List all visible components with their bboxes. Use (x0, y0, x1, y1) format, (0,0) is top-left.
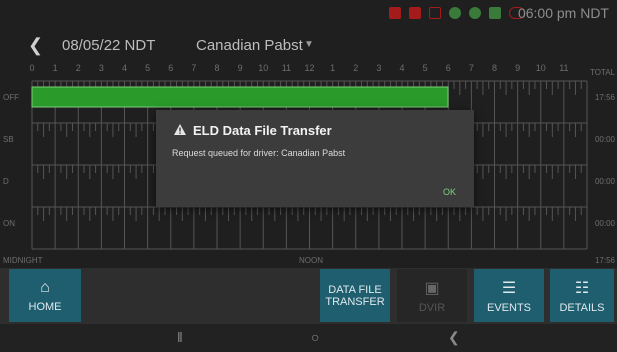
hour-label: 0 (29, 63, 35, 73)
status-bar: 06:00 pm NDT (0, 0, 617, 27)
dialog-message: Request queued for driver: Canadian Pabs… (172, 148, 346, 158)
hour-label: 5 (422, 63, 428, 73)
hour-label: 3 (376, 63, 382, 73)
battery-icon (409, 7, 421, 19)
data-file-transfer-label-1: DATA FILE (328, 283, 382, 296)
hour-label: 1 (52, 63, 58, 73)
hour-label: 1 (330, 63, 336, 73)
hour-label: 9 (237, 63, 243, 73)
home-button[interactable]: ⌂ HOME (9, 269, 81, 322)
hour-label: 11 (559, 63, 569, 73)
log-date: 08/05/22 NDT (62, 37, 156, 54)
hour-label: 10 (535, 63, 546, 73)
gps-icon (449, 7, 461, 19)
dvir-icon: ▣ (424, 279, 440, 297)
events-button[interactable]: ☰ EVENTS (474, 269, 544, 322)
midnight-label: MIDNIGHT (3, 256, 43, 265)
total-header: TOTAL (589, 68, 615, 77)
data-file-transfer-label-2: TRANSFER (325, 295, 385, 308)
details-button[interactable]: ☷ DETAILS (550, 269, 614, 322)
chevron-down-icon[interactable]: ▼ (304, 39, 314, 50)
doc-icon (429, 7, 441, 19)
recents-icon[interactable]: ‖ (177, 329, 183, 345)
events-label: EVENTS (486, 301, 531, 314)
hour-label: 4 (121, 63, 128, 73)
back-icon[interactable]: ❮ (448, 329, 460, 346)
hour-label: 10 (258, 63, 269, 73)
eld-transfer-dialog: ELD Data File Transfer Request queued fo… (156, 110, 474, 207)
hour-label: 2 (75, 63, 81, 73)
hour-label: 9 (515, 63, 521, 73)
system-nav-bar: ‖ ○ ❮ (0, 324, 617, 352)
dvir-label: DVIR (418, 301, 446, 314)
hour-label: 4 (399, 63, 405, 73)
row-label-on: ON (3, 219, 15, 228)
total-d: 00:00 (594, 177, 615, 186)
hour-label: 7 (468, 63, 474, 73)
ok-button[interactable]: OK (443, 187, 456, 197)
hour-label: 2 (353, 63, 359, 73)
hour-label: 3 (98, 63, 104, 73)
details-icon: ☷ (574, 279, 590, 297)
status-time: 06:00 pm NDT (517, 5, 609, 21)
total-off: 17:56 (594, 93, 615, 102)
hour-label: 8 (491, 63, 498, 73)
row-label-d: D (3, 177, 9, 186)
data-file-transfer-button[interactable]: DATA FILE TRANSFER (320, 269, 390, 322)
home-icon: ⌂ (40, 278, 50, 296)
grand-total: 17:56 (594, 256, 615, 265)
off-duty-bar (31, 86, 449, 108)
bluetooth-icon (489, 7, 501, 19)
bottom-toolbar: ⌂ HOME DATA FILE TRANSFER ▣ DVIR ☰ EVENT… (0, 268, 617, 324)
alert-icon (389, 7, 401, 19)
status-icons (389, 6, 525, 20)
hour-label: 8 (214, 63, 220, 73)
dvir-button[interactable]: ▣ DVIR (397, 269, 467, 322)
warning-icon (174, 124, 186, 135)
dialog-title: ELD Data File Transfer (193, 123, 332, 138)
back-chevron-icon[interactable]: ❮ (28, 35, 48, 55)
home-label: HOME (28, 300, 62, 313)
signal-icon (469, 7, 481, 19)
noon-label: NOON (299, 256, 323, 265)
details-label: DETAILS (559, 301, 605, 314)
driver-select[interactable]: Canadian Pabst (196, 37, 303, 54)
row-label-off: OFF (3, 93, 19, 102)
hour-label: 11 (281, 63, 292, 73)
hour-label: 7 (191, 63, 197, 73)
total-on: 00:00 (594, 219, 615, 228)
hour-label: 6 (168, 63, 174, 73)
hour-label: 5 (145, 63, 151, 73)
home-circle-icon[interactable]: ○ (311, 329, 319, 345)
row-label-sb: SB (3, 135, 14, 144)
total-sb: 00:00 (594, 135, 615, 144)
events-icon: ☰ (501, 279, 517, 297)
log-header: ❮ 08/05/22 NDT Canadian Pabst ▼ (0, 27, 617, 63)
hour-label: 12 (304, 63, 315, 73)
hour-label: 6 (445, 63, 451, 73)
